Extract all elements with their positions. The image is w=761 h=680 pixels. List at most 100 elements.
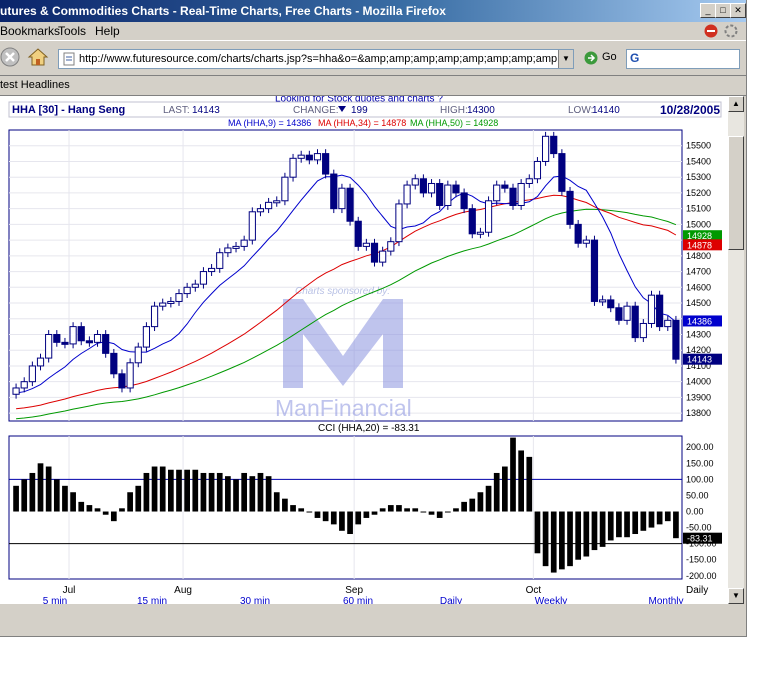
- candle-body: [289, 157, 297, 178]
- interval-tab[interactable]: Monthly: [648, 596, 683, 607]
- candle-body: [102, 333, 110, 354]
- cci-bar: [461, 501, 467, 512]
- cci-bar: [673, 511, 679, 539]
- cci-bar: [233, 479, 239, 512]
- candle-body: [322, 153, 330, 175]
- candle-body: [354, 220, 362, 247]
- cci-bar: [616, 511, 622, 538]
- price-tick-label: 14500: [686, 298, 711, 308]
- bookmark-headlines[interactable]: test Headlines: [0, 79, 70, 91]
- title-bar: utures & Commodities Charts - Real-Time …: [0, 0, 746, 22]
- cci-bar: [306, 511, 313, 513]
- cci-bar: [192, 469, 199, 512]
- page-content: Looking for Stock quotes and charts ? HH…: [0, 94, 728, 607]
- browser-window: utures & Commodities Charts - Real-Time …: [0, 0, 747, 637]
- scroll-up-button[interactable]: ▲: [728, 96, 744, 112]
- cci-bar: [208, 472, 215, 512]
- cci-bar: [225, 476, 231, 512]
- search-input[interactable]: G: [626, 49, 740, 69]
- cci-bar: [86, 505, 93, 512]
- ma9-legend: MA (HHA,9) = 14386: [228, 118, 311, 128]
- scroll-thumb[interactable]: [728, 136, 744, 250]
- price-axis: 1380013900140001410014200143001440014500…: [686, 141, 711, 418]
- candle-body: [346, 187, 354, 222]
- cci-bar: [290, 505, 296, 512]
- candle-body: [28, 365, 36, 383]
- cci-bar: [648, 511, 655, 528]
- candle-body: [541, 135, 550, 162]
- candle-body: [93, 333, 102, 343]
- cci-bar: [29, 472, 36, 512]
- cci-tick-label: 100.00: [686, 474, 714, 484]
- throbber-icon: [724, 24, 738, 38]
- candle-body: [199, 271, 208, 285]
- stop-icon[interactable]: [0, 45, 24, 69]
- window-title: utures & Commodities Charts - Real-Time …: [0, 4, 446, 18]
- candle-body: [265, 201, 273, 210]
- url-text: http://www.futuresource.com/charts/chart…: [79, 53, 557, 65]
- interval-tab[interactable]: 5 min: [43, 596, 67, 607]
- cci-bar: [45, 466, 52, 512]
- home-icon[interactable]: [26, 45, 50, 69]
- cci-bar: [379, 508, 386, 512]
- candle-body: [313, 153, 322, 161]
- cci-bar: [13, 485, 19, 512]
- maximize-button[interactable]: □: [715, 3, 731, 18]
- cci-tick-label: 150.00: [686, 458, 714, 468]
- candle-body: [150, 305, 159, 328]
- high-label: HIGH:: [440, 105, 468, 116]
- minimize-button[interactable]: _: [700, 3, 716, 18]
- stop-loading-icon[interactable]: [704, 24, 718, 38]
- cci-bar: [436, 511, 443, 518]
- go-arrow-icon[interactable]: [584, 51, 598, 65]
- interval-tab[interactable]: 15 min: [137, 596, 167, 607]
- interval-tab[interactable]: 60 min: [343, 596, 373, 607]
- interval-tab[interactable]: Daily: [440, 596, 462, 607]
- candle-body: [142, 326, 151, 348]
- candle-body: [330, 173, 338, 210]
- cci-bar: [656, 511, 663, 525]
- candle-body: [647, 294, 656, 324]
- candle-body: [558, 153, 566, 192]
- x-tick-label: Sep: [345, 585, 363, 596]
- vertical-scrollbar[interactable]: ▲ ▼: [728, 96, 744, 604]
- candle-body: [224, 247, 232, 254]
- cci-bar: [493, 472, 500, 512]
- cci-bar: [404, 508, 410, 512]
- chevron-down-icon[interactable]: ▼: [558, 50, 573, 68]
- scroll-down-button[interactable]: ▼: [728, 588, 744, 604]
- candle-body: [338, 187, 346, 210]
- candle-body: [501, 184, 509, 189]
- cci-bar: [591, 511, 598, 551]
- go-button[interactable]: Go: [602, 51, 617, 63]
- low-label: LOW:: [568, 105, 593, 116]
- interval-tab[interactable]: 30 min: [240, 596, 270, 607]
- candle-body: [533, 160, 542, 180]
- candle-body: [126, 362, 134, 389]
- cci-bar: [363, 511, 370, 518]
- menu-help[interactable]: Help: [95, 24, 120, 38]
- price-tick-label: 13800: [686, 408, 711, 418]
- menu-tools[interactable]: Tools: [58, 24, 86, 38]
- candle-body: [248, 211, 256, 241]
- candle-body: [232, 245, 240, 249]
- cci-bar: [396, 505, 402, 512]
- x-tick-label: Oct: [526, 585, 542, 596]
- candle-body: [599, 299, 607, 303]
- cci-bar: [62, 485, 68, 512]
- menu-bookmarks[interactable]: Bookmarks: [0, 24, 60, 38]
- cci-bar: [119, 508, 125, 512]
- price-tick-label: 15300: [686, 172, 711, 182]
- interval-tab[interactable]: Weekly: [535, 596, 568, 607]
- candle-body: [525, 178, 533, 184]
- candle-body: [476, 231, 485, 235]
- close-window-button[interactable]: ✕: [730, 3, 746, 18]
- cci-bar: [216, 472, 223, 512]
- cci-bar: [37, 463, 44, 512]
- cci-bar: [469, 498, 476, 512]
- address-bar[interactable]: http://www.futuresource.com/charts/chart…: [58, 49, 574, 69]
- candle-body: [183, 286, 191, 295]
- candle-body: [395, 203, 403, 243]
- chart-date: 10/28/2005: [660, 103, 720, 117]
- candle-body: [452, 184, 460, 194]
